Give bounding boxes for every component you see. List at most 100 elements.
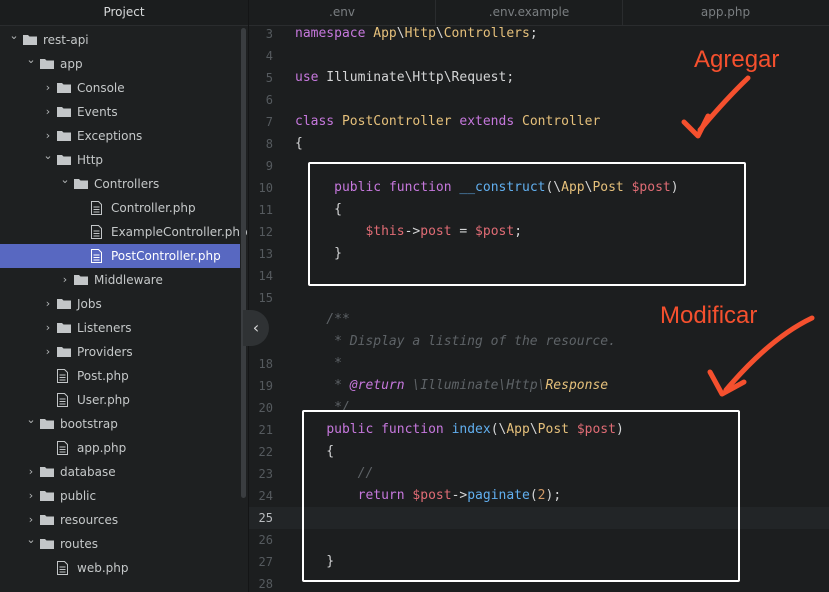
tree-item-label: Http [77, 153, 104, 167]
folder-icon [40, 515, 54, 525]
folder-icon [23, 35, 37, 45]
chevron-right-icon[interactable]: › [59, 268, 71, 292]
chevron-right-icon[interactable]: › [42, 100, 54, 124]
tree-file[interactable]: Controller.php [0, 196, 240, 220]
tree-item-label: Post.php [77, 369, 129, 383]
chevron-right-icon[interactable]: › [42, 316, 54, 340]
line-number: 24 [258, 489, 273, 503]
file-tree: ⌄ rest-api ⌄ app › Console › Events › Exceptions ⌄… [0, 28, 248, 580]
file-icon [57, 393, 68, 407]
sidebar-title: Project [0, 0, 248, 26]
tree-folder[interactable]: ⌄ Controllers [0, 172, 240, 196]
folder-icon [40, 539, 54, 549]
tab-app-php[interactable]: app.php [623, 0, 828, 25]
tree-folder[interactable]: › Exceptions [0, 124, 240, 148]
line-number: 7 [265, 115, 273, 129]
tree-folder[interactable]: › Providers [0, 340, 240, 364]
file-icon [57, 561, 68, 575]
annotation-arrow-add [681, 75, 751, 139]
tree-folder[interactable]: ⌄ Http [0, 148, 240, 172]
tree-folder[interactable]: ⌄ bootstrap [0, 412, 240, 436]
tree-item-label: rest-api [43, 33, 89, 47]
code-text: use Illuminate\Http\Request; [295, 70, 515, 85]
tree-folder[interactable]: › Middleware [0, 268, 240, 292]
tree-item-label: resources [60, 513, 119, 527]
tree-file[interactable]: web.php [0, 556, 240, 580]
tree-item-label: Controller.php [111, 201, 196, 215]
line-number: 15 [258, 291, 273, 305]
folder-icon [40, 59, 54, 69]
line-number: 14 [258, 269, 273, 283]
project-sidebar: Project ⌄ rest-api ⌄ app › Console › Events › Exc… [0, 0, 249, 592]
file-icon [91, 249, 102, 263]
tree-folder[interactable]: › Events [0, 100, 240, 124]
tree-item-label: public [60, 489, 97, 503]
tree-folder[interactable]: › public [0, 484, 240, 508]
line-number: 5 [265, 71, 273, 85]
line-number: 10 [258, 181, 273, 195]
chevron-left-icon: ‹ [252, 318, 260, 337]
line-number: 25 [258, 511, 273, 525]
folder-icon [74, 275, 88, 285]
tree-item-label: database [60, 465, 116, 479]
line-number: 3 [265, 27, 273, 41]
line-number: 23 [258, 467, 273, 481]
tree-folder[interactable]: › database [0, 460, 240, 484]
chevron-down-icon[interactable]: ⌄ [25, 408, 37, 432]
line-number: 18 [258, 357, 273, 371]
chevron-down-icon[interactable]: ⌄ [25, 528, 37, 552]
tab-label: app.php [700, 5, 751, 19]
tab-env[interactable]: .env [249, 0, 436, 25]
added-code-box [308, 162, 746, 286]
line-number: 4 [265, 49, 273, 63]
tree-folder[interactable]: ⌄ routes [0, 532, 240, 556]
folder-icon [57, 131, 71, 141]
chevron-down-icon[interactable]: ⌄ [42, 144, 54, 168]
line-number: 26 [258, 533, 273, 547]
chevron-down-icon[interactable]: ⌄ [59, 168, 71, 192]
code-text: { [295, 136, 303, 151]
chevron-right-icon[interactable]: › [42, 76, 54, 100]
chevron-right-icon[interactable]: › [42, 340, 54, 364]
line-number: 12 [258, 225, 273, 239]
tree-folder[interactable]: ⌄ app [0, 52, 240, 76]
tree-folder[interactable]: › Jobs [0, 292, 240, 316]
tree-item-label: app.php [77, 441, 127, 455]
line-number: 27 [258, 555, 273, 569]
code-text: class PostController extends Controller [295, 114, 601, 129]
tree-file[interactable]: ExampleController.php [0, 220, 248, 244]
line-number: 8 [265, 137, 273, 151]
tab-label: .env.example [488, 5, 570, 19]
folder-icon [57, 155, 71, 165]
code-text: /** [295, 312, 350, 327]
chevron-down-icon[interactable]: ⌄ [25, 48, 37, 72]
sidebar-scrollbar[interactable] [241, 28, 246, 498]
tree-file[interactable]: PostController.php [0, 244, 240, 268]
tree-item-label: Providers [77, 345, 133, 359]
chevron-down-icon[interactable]: ⌄ [8, 24, 20, 48]
chevron-right-icon[interactable]: › [42, 292, 54, 316]
tree-folder[interactable]: › Console [0, 76, 240, 100]
tree-item-label: ExampleController.php [111, 225, 248, 239]
tree-item-label: Controllers [94, 177, 160, 191]
chevron-right-icon[interactable]: › [25, 484, 37, 508]
modified-code-box [302, 410, 740, 582]
annotation-arrow-modify [707, 315, 815, 397]
tree-item-label: Events [77, 105, 118, 119]
tree-item-label: bootstrap [60, 417, 118, 431]
tree-item-label: User.php [77, 393, 130, 407]
tab-env-example[interactable]: .env.example [436, 0, 623, 25]
tree-folder[interactable]: › Listeners [0, 316, 240, 340]
tree-item-label: PostController.php [111, 249, 221, 263]
line-number: 19 [258, 379, 273, 393]
file-icon [91, 201, 102, 215]
code-text: * Display a listing of the resource. [295, 334, 616, 349]
chevron-right-icon[interactable]: › [25, 460, 37, 484]
tree-item-label: routes [60, 537, 98, 551]
tree-file[interactable]: app.php [0, 436, 240, 460]
tree-file[interactable]: Post.php [0, 364, 240, 388]
line-number: 6 [265, 93, 273, 107]
file-icon [57, 369, 68, 383]
code-text: * @return \Illuminate\Http\Response [295, 378, 609, 393]
file-icon [91, 225, 102, 239]
